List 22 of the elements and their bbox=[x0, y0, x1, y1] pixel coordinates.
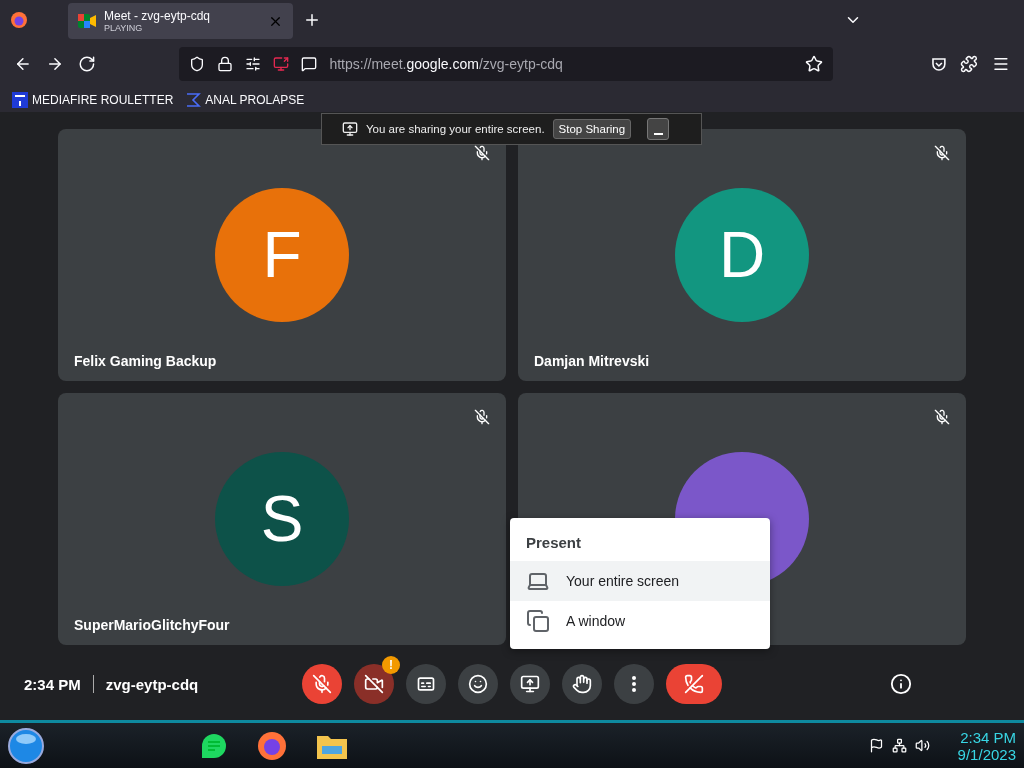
browser-tab[interactable]: Meet - zvg-eytp-cdq PLAYING bbox=[68, 3, 293, 39]
meeting-code: zvg-eytp-cdq bbox=[105, 675, 199, 693]
stop-sharing-button[interactable]: Stop Sharing bbox=[552, 119, 632, 139]
participant-name: Damjan Mitrevski bbox=[534, 353, 650, 369]
participant-name: Felix Gaming Backup bbox=[74, 353, 217, 369]
menu-title: Present bbox=[525, 533, 583, 553]
meeting-time: 2:34 PM bbox=[24, 675, 81, 693]
avatar: F bbox=[215, 188, 349, 322]
avatar: D bbox=[675, 188, 809, 322]
bookmark-link[interactable]: ANAL PROLAPSE bbox=[185, 92, 305, 108]
avatar: S bbox=[215, 452, 349, 586]
address-bar[interactable]: https://meet.google.com/zvg-eytp-cdq bbox=[179, 47, 833, 81]
menu-item[interactable]: A window bbox=[510, 601, 770, 641]
taskbar-clock[interactable]: 2:34 PM 9/1/2023 bbox=[957, 728, 1016, 763]
tab-title: Meet - zvg-eytp-cdq bbox=[104, 9, 212, 23]
share-message: You are sharing your entire screen. bbox=[366, 123, 545, 135]
url-text: https://meet.google.com/zvg-eytp-cdq bbox=[329, 56, 564, 72]
tab-status: PLAYING bbox=[104, 23, 144, 33]
bookmark-link[interactable]: MEDIAFIRE ROULETTER bbox=[12, 92, 174, 108]
menu-item[interactable]: Your entire screen bbox=[510, 561, 770, 601]
alert-badge: ! bbox=[382, 656, 400, 674]
participant-name: SuperMarioGlitchyFour bbox=[74, 617, 230, 633]
